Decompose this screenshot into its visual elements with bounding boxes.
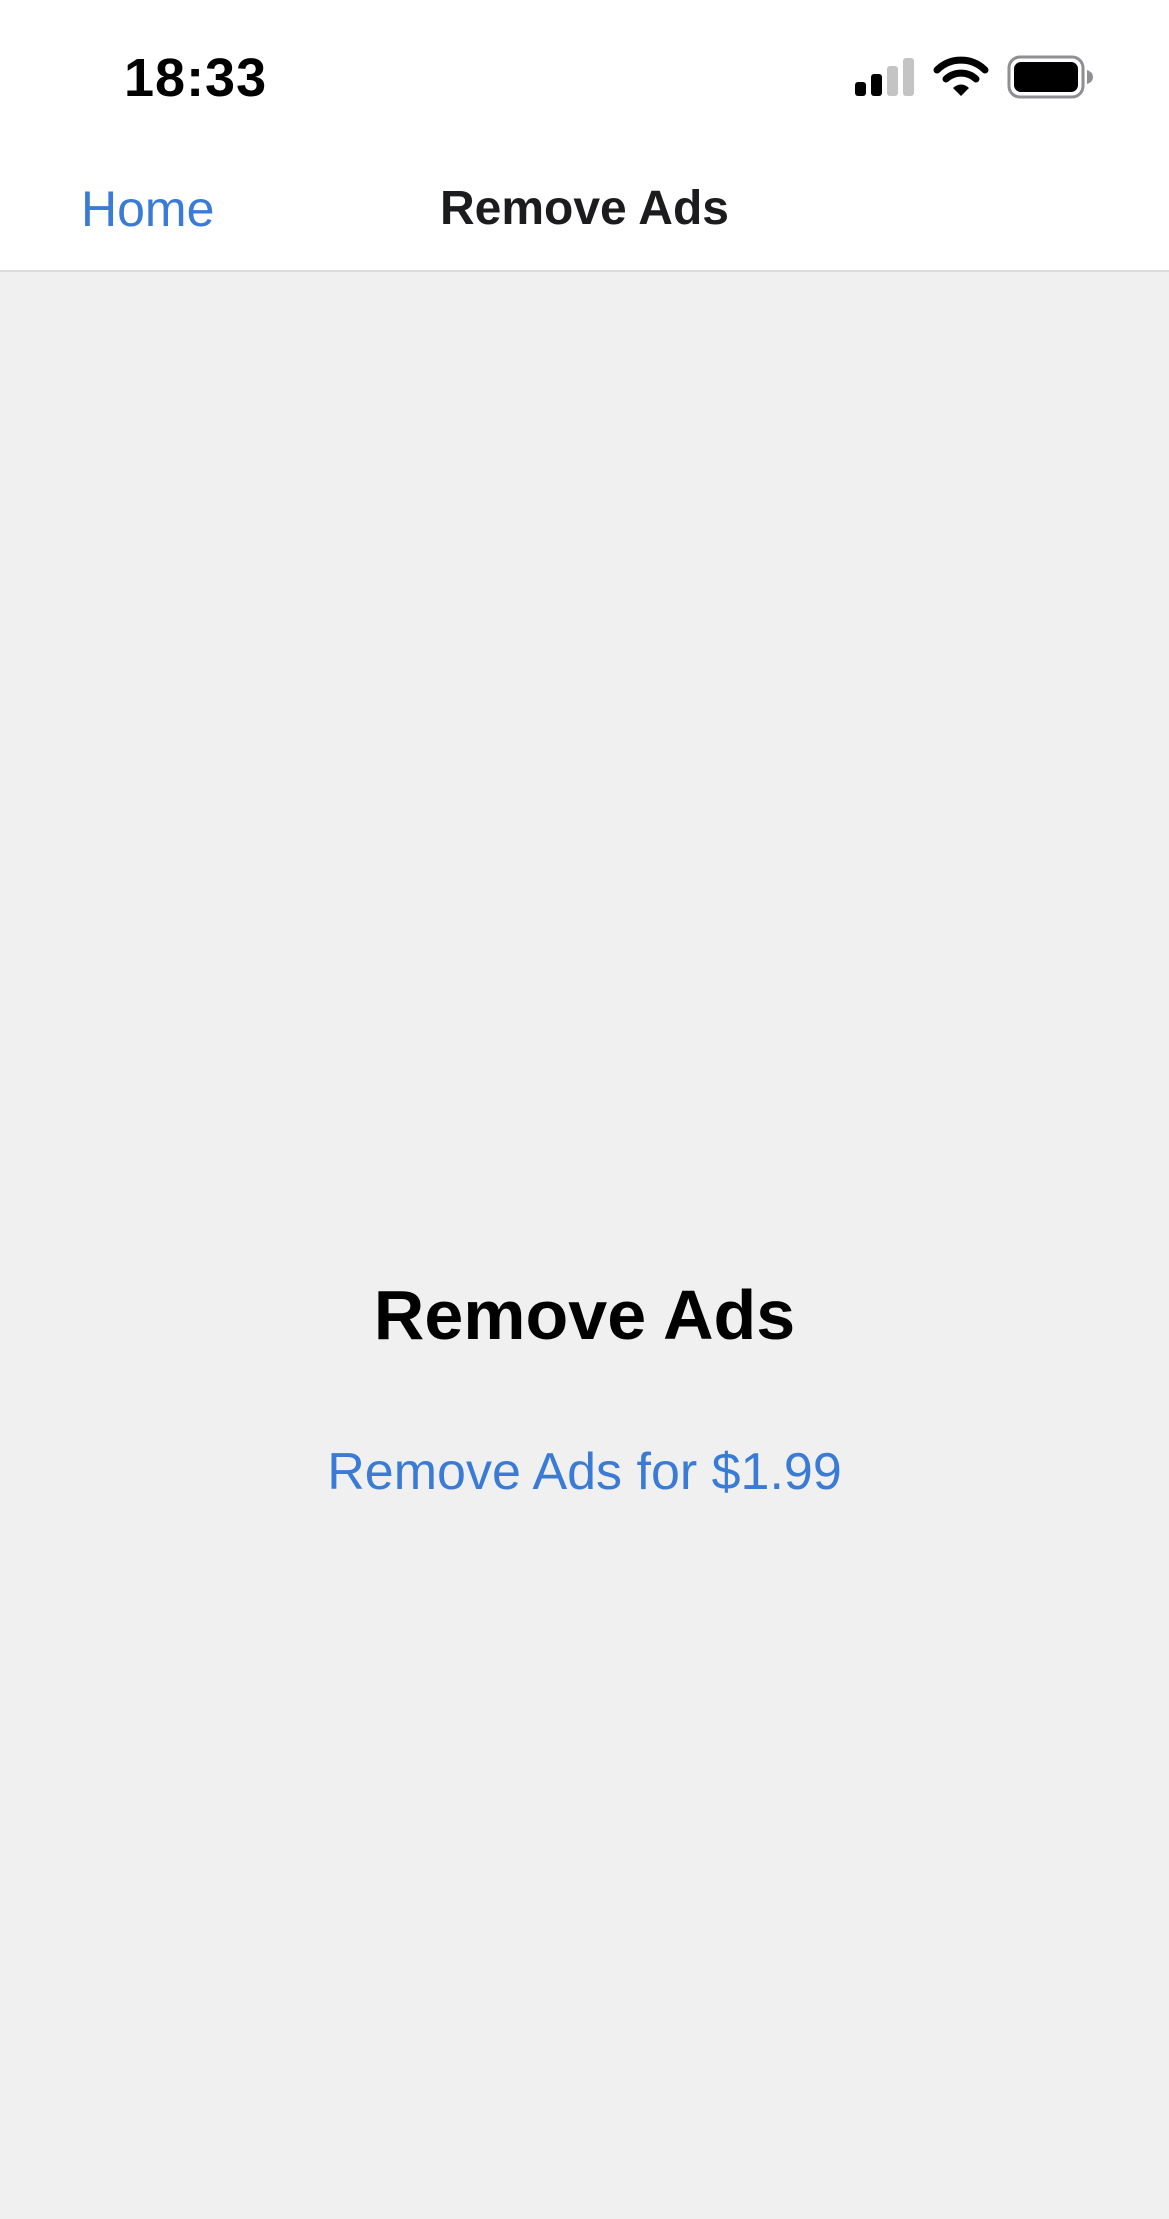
home-back-button[interactable]: Home [81,178,214,240]
wifi-icon [933,56,989,96]
remove-ads-content: Remove Ads Remove Ads for $1.99 [0,272,1169,2219]
cellular-signal-icon [855,58,914,96]
battery-icon [1007,55,1093,99]
status-time: 18:33 [124,48,268,108]
navigation-bar: Remove Ads Home [0,150,1169,272]
remove-ads-purchase-button[interactable]: Remove Ads for $1.99 [0,1440,1169,1504]
page-heading: Remove Ads [373,1276,796,1354]
status-bar: 18:33 [0,0,1169,150]
